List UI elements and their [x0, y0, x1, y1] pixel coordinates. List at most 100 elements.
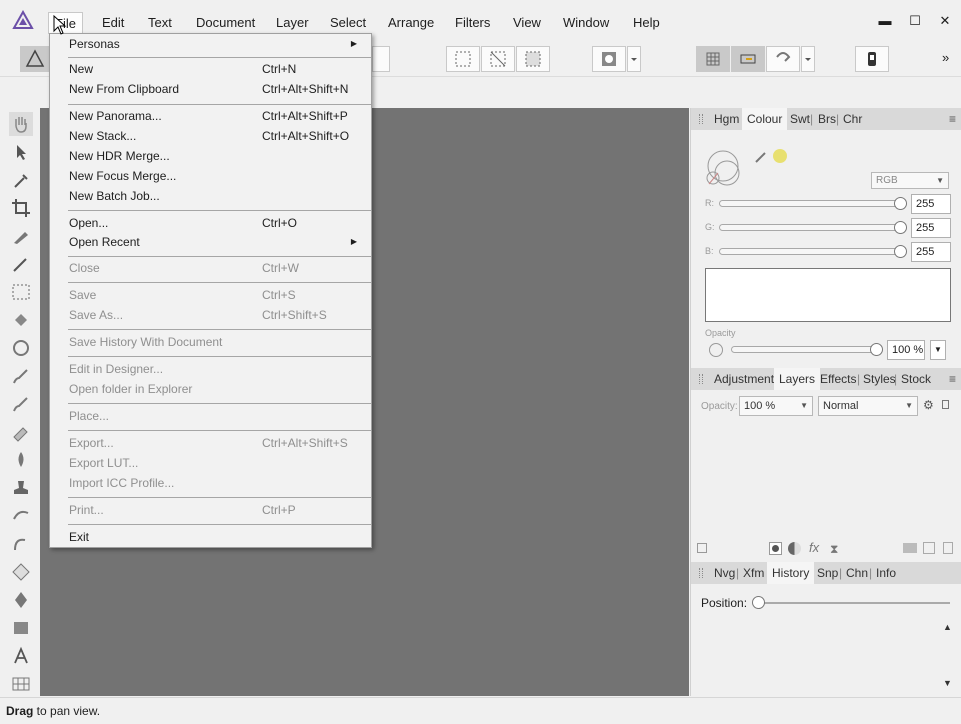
clone-brush-tool[interactable]	[9, 476, 33, 500]
blend-mode-select[interactable]: Normal ▼	[818, 396, 918, 416]
panel-menu-icon[interactable]: ≡	[949, 112, 956, 126]
menu-help[interactable]: Help	[627, 12, 666, 34]
r-channel-slider[interactable]	[719, 200, 905, 207]
history-scrollbar[interactable]: ▲ ▼	[943, 622, 957, 688]
b-slider-knob[interactable]	[894, 245, 907, 258]
minimize-button[interactable]: ▬	[874, 12, 896, 30]
tab-snapshots[interactable]: Snp	[817, 562, 838, 584]
text-tool[interactable]	[9, 644, 33, 668]
folder-icon[interactable]	[903, 543, 917, 553]
grid-snap-button[interactable]	[696, 46, 730, 72]
tab-transform[interactable]: Xfm	[743, 562, 764, 584]
menu-layer[interactable]: Layer	[270, 12, 315, 34]
colour-picker-tool[interactable]	[9, 168, 33, 192]
smudge-brush-tool[interactable]	[9, 504, 33, 528]
colour-preview-swatch[interactable]	[705, 268, 951, 322]
menu-item-import-icc[interactable]: Import ICC Profile...	[50, 473, 371, 493]
paint-brush-tool[interactable]	[9, 364, 33, 388]
r-slider-knob[interactable]	[894, 197, 907, 210]
b-channel-slider[interactable]	[719, 248, 905, 255]
quick-mask-dropdown[interactable]	[627, 46, 641, 72]
tab-layers[interactable]: Layers	[774, 368, 821, 390]
menu-window[interactable]: Window	[557, 12, 615, 34]
menu-item-new-hdr-merge[interactable]: New HDR Merge...	[50, 146, 371, 166]
tab-swatches[interactable]: Swt	[790, 108, 810, 130]
fx-icon[interactable]: fx	[809, 540, 819, 555]
snapping-dropdown[interactable]	[801, 46, 815, 72]
shape-tool[interactable]	[9, 560, 33, 584]
pen-tool[interactable]	[9, 588, 33, 612]
menu-item-place[interactable]: Place...	[50, 406, 371, 426]
assistant-button[interactable]	[731, 46, 765, 72]
menu-select[interactable]: Select	[324, 12, 372, 34]
tab-navigator[interactable]: Nvg	[714, 562, 735, 584]
live-filter-icon[interactable]: ⧗	[830, 542, 838, 557]
scroll-up-icon[interactable]: ▲	[943, 622, 957, 632]
tab-adjustment[interactable]: Adjustment	[714, 368, 774, 390]
menu-item-personas[interactable]: Personas ▶	[50, 34, 371, 54]
r-channel-input[interactable]: 255	[911, 194, 951, 214]
share-button[interactable]	[855, 46, 889, 72]
flood-fill-tool[interactable]	[9, 308, 33, 332]
menu-item-exit[interactable]: Exit	[50, 527, 371, 547]
mesh-warp-tool[interactable]	[9, 672, 33, 696]
g-channel-slider[interactable]	[719, 224, 905, 231]
menu-item-open[interactable]: Open... Ctrl+O	[50, 213, 371, 233]
close-button[interactable]: ✕	[934, 12, 956, 30]
menu-item-save[interactable]: Save Ctrl+S	[50, 285, 371, 305]
opacity-input[interactable]: 100 %	[887, 340, 925, 360]
menu-item-save-as[interactable]: Save As... Ctrl+Shift+S	[50, 305, 371, 325]
view-tool[interactable]	[9, 112, 33, 136]
tab-info[interactable]: Info	[876, 562, 896, 584]
panel-grip[interactable]	[699, 568, 703, 578]
colour-replacement-tool[interactable]	[9, 392, 33, 416]
menu-item-open-folder[interactable]: Open folder in Explorer	[50, 379, 371, 399]
quick-mask-button[interactable]	[592, 46, 626, 72]
adjustment-layer-icon[interactable]	[788, 542, 801, 555]
history-slider-knob[interactable]	[752, 596, 765, 609]
menu-item-new-stack[interactable]: New Stack... Ctrl+Alt+Shift+O	[50, 126, 371, 146]
dodge-brush-tool[interactable]	[9, 448, 33, 472]
menu-item-new[interactable]: New Ctrl+N	[50, 59, 371, 79]
tab-histogram[interactable]: Hgm	[714, 108, 739, 130]
menu-item-open-recent[interactable]: Open Recent ▶	[50, 232, 371, 252]
selection-brush-tool[interactable]	[9, 224, 33, 248]
eyedropper-icon[interactable]	[753, 146, 793, 166]
g-channel-input[interactable]: 255	[911, 218, 951, 238]
opacity-slider-knob[interactable]	[870, 343, 883, 356]
crop-tool[interactable]	[9, 196, 33, 220]
menu-item-print[interactable]: Print... Ctrl+P	[50, 500, 371, 520]
persona-photo-button[interactable]	[20, 46, 50, 72]
menu-item-export[interactable]: Export... Ctrl+Alt+Shift+S	[50, 433, 371, 453]
flood-select-tool[interactable]	[9, 252, 33, 276]
move-tool[interactable]	[9, 140, 33, 164]
menu-arrange[interactable]: Arrange	[382, 12, 440, 34]
gradient-tool[interactable]	[9, 336, 33, 360]
tab-colour[interactable]: Colour	[742, 108, 788, 130]
menu-edit[interactable]: Edit	[96, 12, 130, 34]
rectangle-tool[interactable]	[9, 616, 33, 640]
menu-item-close[interactable]: Close Ctrl+W	[50, 258, 371, 278]
tab-brushes[interactable]: Brs	[818, 108, 836, 130]
affinity-photo-logo[interactable]	[12, 10, 34, 32]
tab-effects[interactable]: Effects	[820, 368, 856, 390]
toolbar-shape-button[interactable]	[372, 46, 390, 72]
marquee-tool-button[interactable]	[446, 46, 480, 72]
marquee-tool[interactable]	[9, 280, 33, 304]
toolbar-overflow-button[interactable]: »	[942, 50, 949, 65]
no-fill-icon[interactable]	[709, 343, 723, 357]
maximize-button[interactable]: ☐	[904, 12, 926, 30]
menu-item-new-batch-job[interactable]: New Batch Job...	[50, 186, 371, 206]
panel-menu-icon[interactable]: ≡	[949, 372, 956, 386]
opacity-dropdown[interactable]: ▼	[930, 340, 946, 360]
tab-history[interactable]: History	[767, 562, 815, 584]
trash-icon[interactable]	[943, 542, 953, 554]
snapping-button[interactable]	[766, 46, 800, 72]
menu-view[interactable]: View	[507, 12, 547, 34]
menu-item-new-panorama[interactable]: New Panorama... Ctrl+Alt+Shift+P	[50, 106, 371, 126]
panel-grip[interactable]	[699, 114, 703, 124]
tab-styles[interactable]: Styles	[863, 368, 896, 390]
tab-character[interactable]: Chr	[843, 108, 862, 130]
lock-icon[interactable]	[942, 400, 949, 409]
menu-item-edit-in-designer[interactable]: Edit in Designer...	[50, 359, 371, 379]
